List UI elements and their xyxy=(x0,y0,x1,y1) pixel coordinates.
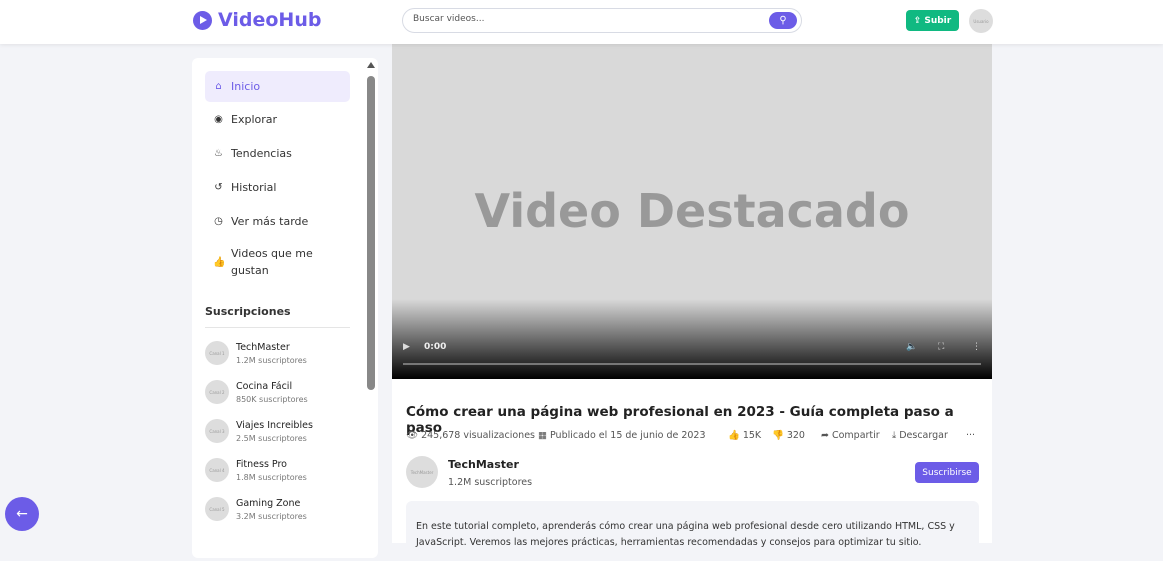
channel-avatar: Canal 5 xyxy=(205,497,229,521)
logo[interactable]: VideoHub xyxy=(193,9,321,31)
channel-name: Viajes Increibles xyxy=(236,419,313,431)
sidebar-item-historial[interactable]: ↺ Historial xyxy=(205,172,350,203)
video-player[interactable]: Video Destacado ▶ 0:00 🔈 ⛶ ⋮ xyxy=(392,44,992,379)
nav-label: Videos que me gustan xyxy=(231,247,313,277)
dislike-button[interactable]: 👎 320 xyxy=(772,430,805,441)
channel-subs: 1.2M suscriptores xyxy=(448,477,533,488)
calendar-icon: ▦ xyxy=(538,430,547,441)
dislike-count: 320 xyxy=(786,430,805,441)
download-label: Descargar xyxy=(899,430,948,441)
main-content: Video Destacado ▶ 0:00 🔈 ⛶ ⋮ Cómo crear … xyxy=(392,44,992,561)
subscriptions-heading: Suscripciones xyxy=(205,305,291,318)
channel-name: Fitness Pro xyxy=(236,458,287,470)
channel-name: Gaming Zone xyxy=(236,497,301,509)
download-button[interactable]: ⤓ Descargar xyxy=(892,430,948,441)
volume-icon[interactable]: 🔈 xyxy=(906,342,917,352)
subscription-item[interactable]: Canal 1 TechMaster 1.2M suscriptores xyxy=(205,341,307,365)
search-bar: ⚲ xyxy=(402,8,802,33)
channel-name: TechMaster xyxy=(236,341,290,353)
video-description: En este tutorial completo, aprenderás có… xyxy=(406,501,979,561)
channel-subs: 2.5M suscriptores xyxy=(236,433,307,443)
scroll-thumb[interactable] xyxy=(367,76,375,390)
subscription-item[interactable]: Canal 5 Gaming Zone 3.2M suscriptores xyxy=(205,497,307,521)
sidebar-item-ver-mas-tarde[interactable]: ◷ Ver más tarde xyxy=(205,206,350,237)
scroll-up-arrow[interactable] xyxy=(367,62,375,68)
thumbs-up-icon: 👍 xyxy=(728,430,740,441)
channel-name: Cocina Fácil xyxy=(236,380,293,392)
channel-subs: 850K suscriptores xyxy=(236,394,308,404)
subscription-item[interactable]: Canal 2 Cocina Fácil 850K suscriptores xyxy=(205,380,308,404)
fire-icon: ♨ xyxy=(214,148,223,159)
user-avatar[interactable]: Usuario xyxy=(969,9,993,33)
search-button[interactable]: ⚲ xyxy=(769,12,797,29)
share-label: Compartir xyxy=(831,430,880,441)
sidebar-item-tendencias[interactable]: ♨ Tendencias xyxy=(205,138,350,169)
channel-subs: 1.2M suscriptores xyxy=(236,355,307,365)
channel-info: TechMaster TechMaster 1.2M suscriptores xyxy=(406,456,532,488)
history-icon: ↺ xyxy=(214,182,223,193)
subscribe-button[interactable]: Suscribirse xyxy=(915,462,979,483)
channel-avatar: Canal 3 xyxy=(205,419,229,443)
like-button[interactable]: 👍 15K xyxy=(728,430,761,441)
thumbs-down-icon: 👎 xyxy=(772,430,784,441)
home-icon: ⌂ xyxy=(215,81,222,92)
video-placeholder: Video Destacado xyxy=(474,184,910,238)
search-input[interactable] xyxy=(413,14,753,24)
arrow-left-icon: ← xyxy=(16,506,28,522)
nav-label: Inicio xyxy=(231,80,261,93)
channel-name[interactable]: TechMaster xyxy=(448,458,532,471)
sidebar-item-liked[interactable]: 👍 Videos que me gustan xyxy=(205,240,325,284)
sidebar-item-explorar[interactable]: ◉ Explorar xyxy=(205,104,350,135)
views-count: 245,678 visualizaciones xyxy=(421,430,535,441)
search-icon: ⚲ xyxy=(779,15,787,26)
published-text: Publicado el 15 de junio de 2023 xyxy=(549,430,706,441)
clock-icon: ◷ xyxy=(214,216,223,227)
top-header: VideoHub ⚲ ⇪Subir Usuario xyxy=(0,0,1163,44)
compass-icon: ◉ xyxy=(214,114,223,125)
upload-icon: ⇪ xyxy=(913,15,922,26)
channel-avatar: Canal 2 xyxy=(205,380,229,404)
share-icon: ➦ xyxy=(821,430,829,441)
upload-label: Subir xyxy=(924,15,952,26)
more-icon: ··· xyxy=(966,430,976,441)
like-count: 15K xyxy=(742,430,762,441)
nav-label: Historial xyxy=(231,181,277,194)
progress-bar[interactable] xyxy=(403,363,981,365)
thumbs-up-icon: 👍 xyxy=(213,256,226,268)
fullscreen-icon[interactable]: ⛶ xyxy=(938,342,944,352)
divider xyxy=(205,327,350,328)
back-button[interactable]: ← xyxy=(5,497,39,531)
nav-label: Tendencias xyxy=(231,147,292,160)
play-icon[interactable]: ▶ xyxy=(403,342,410,352)
channel-avatar: Canal 4 xyxy=(205,458,229,482)
video-time: 0:00 xyxy=(424,342,447,352)
sidebar-scrollbar[interactable] xyxy=(366,60,376,543)
channel-avatar[interactable]: TechMaster xyxy=(406,456,438,488)
channel-subs: 1.8M suscriptores xyxy=(236,472,307,482)
nav-label: Ver más tarde xyxy=(231,215,309,228)
nav-label: Explorar xyxy=(231,113,278,126)
subscription-item[interactable]: Canal 3 Viajes Increibles 2.5M suscriptore… xyxy=(205,419,313,443)
more-button[interactable]: ··· xyxy=(966,430,975,441)
share-button[interactable]: ➦ Compartir xyxy=(821,430,880,441)
subscription-item[interactable]: Canal 4 Fitness Pro 1.8M suscriptores xyxy=(205,458,307,482)
play-logo-icon xyxy=(193,10,212,30)
brand-name: VideoHub xyxy=(218,9,322,31)
more-options-icon[interactable]: ⋮ xyxy=(972,342,981,352)
upload-button[interactable]: ⇪ Subir xyxy=(906,10,959,31)
channel-avatar: Canal 1 xyxy=(205,341,229,365)
sidebar-item-inicio[interactable]: ⌂ Inicio xyxy=(205,71,350,102)
views: 👁 245,678 visualizaciones xyxy=(406,430,535,441)
published-date: ▦ Publicado el 15 de junio de 2023 xyxy=(538,430,706,441)
sidebar: ⌂ Inicio ◉ Explorar ♨ Tendencias ↺ Historial… xyxy=(192,58,378,558)
channel-subs: 3.2M suscriptores xyxy=(236,511,307,521)
eye-icon: 👁 xyxy=(406,430,419,441)
download-icon: ⤓ xyxy=(892,430,897,441)
